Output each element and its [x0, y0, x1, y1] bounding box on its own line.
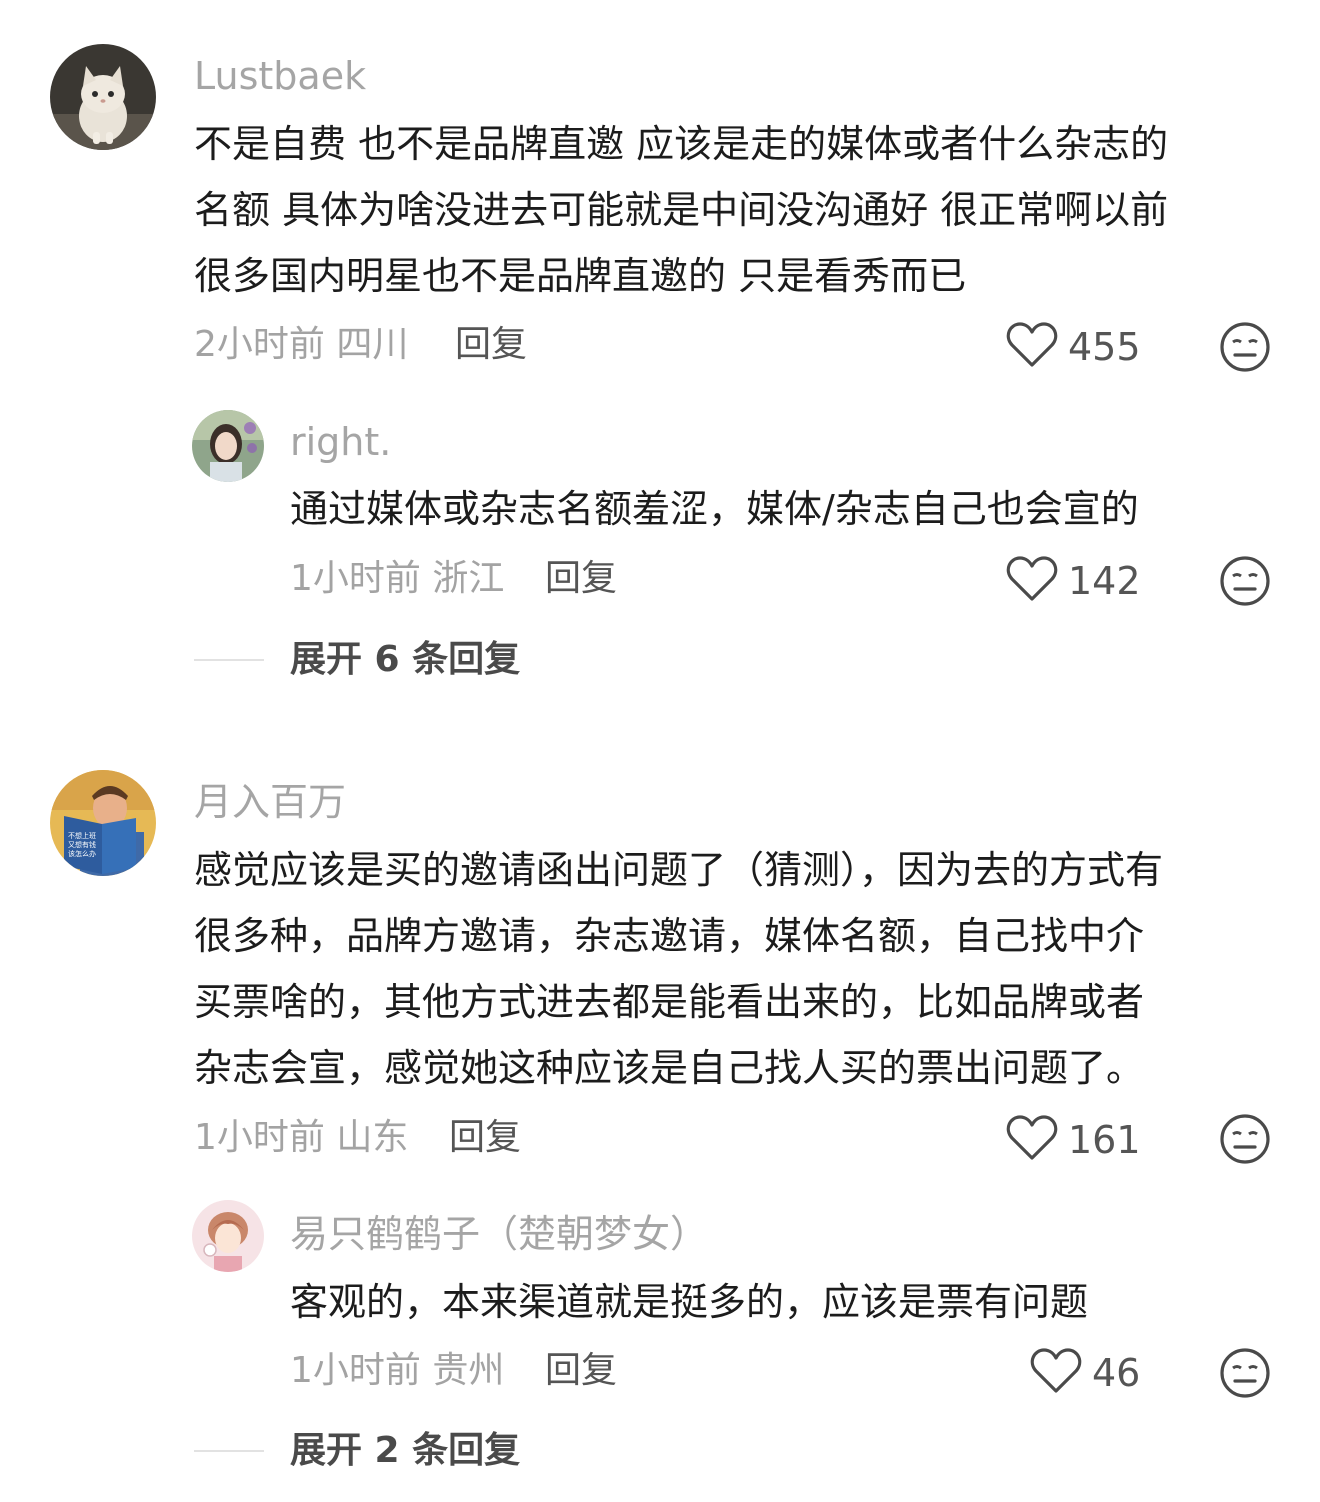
like-button[interactable]: 142 [1006, 556, 1141, 606]
expand-divider [194, 659, 264, 661]
dislike-button[interactable] [1219, 1113, 1271, 1165]
comment-text-line: 名额 具体为啥没进去可能就是中间没沟通好 很正常啊以前 [194, 188, 1169, 232]
time-location: 1小时前 山东 [194, 1117, 409, 1158]
comment-text-line: 不是自费 也不是品牌直邀 应该是走的媒体或者什么杂志的 [194, 122, 1169, 166]
username[interactable]: 月入百万 [194, 783, 346, 821]
portrait-avatar-image [192, 410, 264, 482]
meh-face-icon [1219, 1114, 1271, 1169]
heart-outline-icon [1030, 1348, 1082, 1398]
heart-outline-icon [1006, 556, 1058, 606]
reply-button[interactable]: 回复 [449, 1120, 521, 1156]
expand-replies-button[interactable]: 展开 6 条回复 [290, 642, 520, 678]
avatar[interactable]: 不想上班又想有钱该怎么办 [50, 770, 156, 876]
meh-face-icon [1219, 322, 1271, 377]
comment-text-line: 杂志会宣，感觉她这种应该是自己找人买的票出问题了。 [194, 1046, 1145, 1090]
time-location: 2小时前 四川 [194, 324, 409, 365]
meh-face-icon [1219, 1348, 1271, 1403]
expand-divider [194, 1450, 264, 1452]
reply-button[interactable]: 回复 [545, 1353, 617, 1389]
comment-text-line: 很多国内明星也不是品牌直邀的 只是看秀而已 [194, 254, 967, 298]
username[interactable]: right. [290, 423, 391, 461]
meh-face-icon [1219, 556, 1271, 611]
like-button[interactable]: 161 [1006, 1115, 1141, 1165]
avatar[interactable] [192, 1200, 264, 1272]
like-count: 161 [1068, 1118, 1141, 1162]
like-count: 46 [1092, 1351, 1141, 1395]
avatar[interactable] [50, 44, 156, 150]
username[interactable]: 易只鹤鹤子（楚朝梦女） [290, 1215, 708, 1253]
like-count: 455 [1068, 325, 1141, 369]
comment-item: Lustbaek 不是自费 也不是品牌直邀 应该是走的媒体或者什么杂志的 名额 … [0, 0, 1320, 700]
heart-outline-icon [1006, 1115, 1058, 1165]
dislike-button[interactable] [1219, 1347, 1271, 1399]
comment-text-line: 很多种，品牌方邀请，杂志邀请，媒体名额，自己找中介 [194, 914, 1145, 958]
comment-text-line: 买票啥的，其他方式进去都是能看出来的，比如品牌或者 [194, 980, 1145, 1024]
anime-avatar-image [192, 1200, 264, 1272]
username[interactable]: Lustbaek [194, 57, 366, 95]
dislike-button[interactable] [1219, 555, 1271, 607]
reply-button[interactable]: 回复 [545, 561, 617, 597]
cartoon-reader-avatar-image: 不想上班又想有钱该怎么办 [50, 770, 156, 876]
avatar[interactable] [192, 410, 264, 482]
dislike-button[interactable] [1219, 321, 1271, 373]
like-button[interactable]: 455 [1006, 322, 1141, 372]
reply-button[interactable]: 回复 [455, 327, 527, 363]
reply-text-line: 通过媒体或杂志名额羞涩，媒体/杂志自己也会宣的 [290, 487, 1139, 531]
time-location: 1小时前 贵州 [290, 1350, 505, 1391]
comment-text-line: 感觉应该是买的邀请函出问题了（猜测），因为去的方式有 [194, 848, 1164, 892]
time-location: 1小时前 浙江 [290, 558, 505, 599]
avatar-book-text: 不想上班又想有钱该怎么办 [68, 831, 96, 858]
like-button[interactable]: 46 [1030, 1348, 1140, 1398]
like-count: 142 [1068, 559, 1141, 603]
expand-replies-button[interactable]: 展开 2 条回复 [290, 1433, 520, 1469]
cat-avatar-image [50, 44, 156, 150]
reply-text-line: 客观的，本来渠道就是挺多的，应该是票有问题 [290, 1280, 1089, 1324]
heart-outline-icon [1006, 322, 1058, 372]
